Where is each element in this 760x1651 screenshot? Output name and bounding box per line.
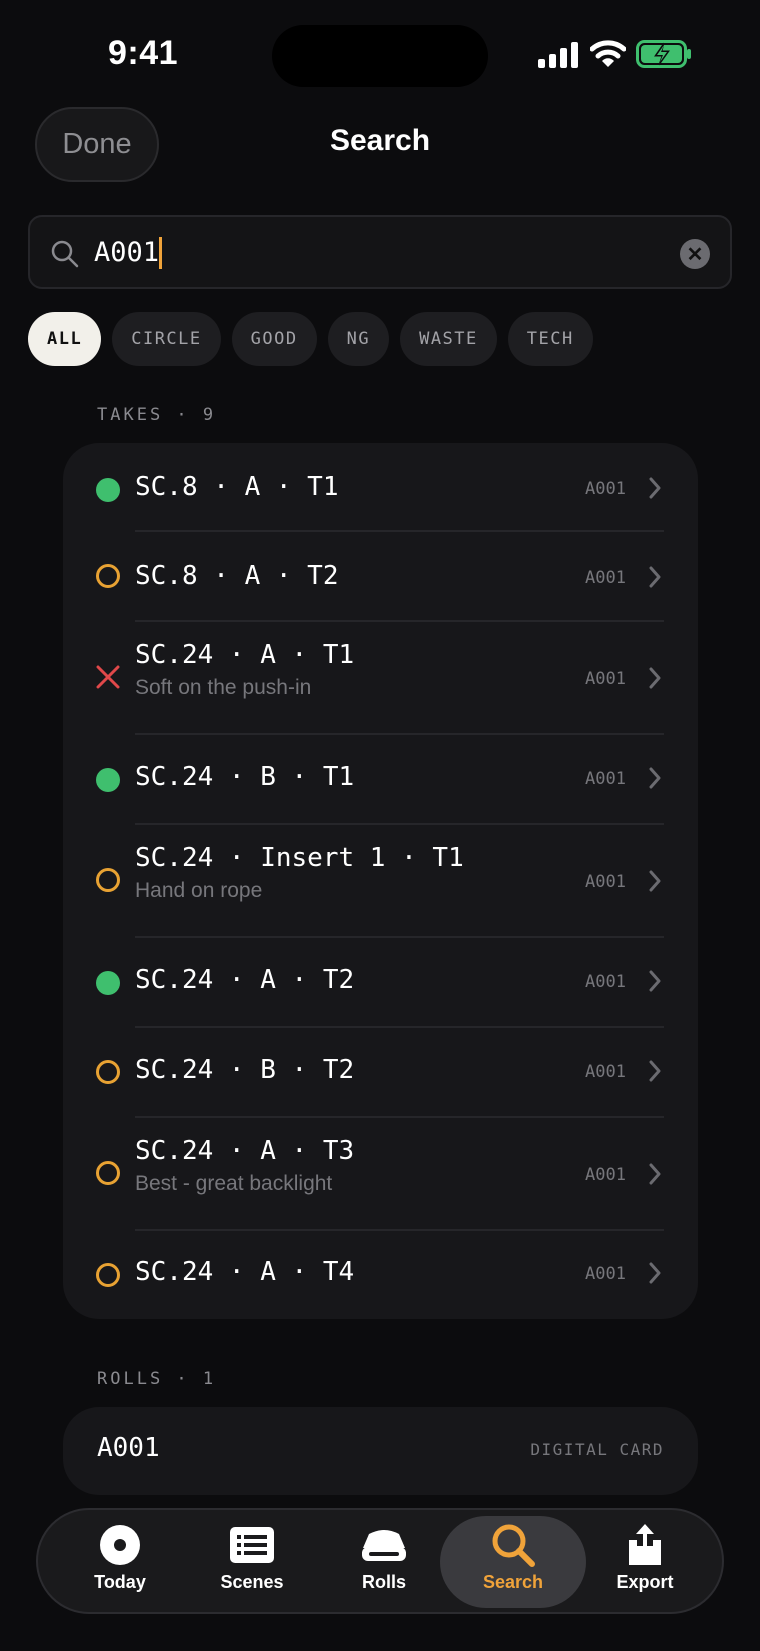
- take-title: SC.24 · A · T4: [135, 1257, 355, 1287]
- search-field[interactable]: A001 ✕: [28, 215, 732, 289]
- wifi-icon: [590, 40, 626, 67]
- tab-today[interactable]: Today: [54, 1516, 186, 1608]
- take-row[interactable]: SC.8 · A · T2 A001: [63, 532, 698, 620]
- roll-row[interactable]: A001 DIGITAL CARD: [63, 1407, 698, 1495]
- chevron-right-icon: [649, 970, 661, 992]
- take-roll: A001: [585, 1264, 626, 1284]
- take-row[interactable]: SC.24 · B · T1 A001: [63, 735, 698, 823]
- take-row[interactable]: SC.24 · B · T2 A001: [63, 1028, 698, 1116]
- take-roll: A001: [585, 1165, 626, 1185]
- rolls-section-header: ROLLS · 1: [97, 1369, 217, 1389]
- filter-chip-waste[interactable]: WASTE: [400, 312, 497, 366]
- take-note: Hand on rope: [135, 879, 263, 902]
- takes-list: SC.8 · A · T1 A001 SC.8 · A · T2 A001 SC…: [63, 443, 698, 1319]
- pending-status-icon: [96, 868, 120, 892]
- tab-label: Scenes: [220, 1572, 284, 1592]
- filter-chip-good[interactable]: GOOD: [231, 312, 317, 366]
- take-roll: A001: [585, 972, 626, 992]
- pending-status-icon: [96, 1060, 120, 1084]
- take-row[interactable]: SC.24 · A · T2 A001: [63, 938, 698, 1026]
- tab-label: Search: [482, 1572, 544, 1592]
- search-icon: [51, 240, 79, 268]
- chevron-right-icon: [649, 667, 661, 689]
- take-row[interactable]: SC.24 · A · T3 Best - great backlight A0…: [63, 1118, 698, 1229]
- page-title: Search: [329, 124, 431, 157]
- tab-label: Rolls: [361, 1572, 406, 1592]
- tab-export[interactable]: Export: [579, 1516, 711, 1608]
- tab-label: Today: [94, 1572, 146, 1592]
- filter-chip-ng[interactable]: NG: [327, 312, 390, 366]
- tab-rolls[interactable]: Rolls: [318, 1516, 450, 1608]
- take-roll: A001: [585, 479, 626, 499]
- pending-status-icon: [96, 1161, 120, 1185]
- roll-type: DIGITAL CARD: [530, 1440, 664, 1459]
- battery-charging-icon: [636, 40, 691, 68]
- chevron-right-icon: [649, 566, 661, 588]
- chevron-right-icon: [649, 1060, 661, 1082]
- good-status-icon: [96, 478, 120, 502]
- filter-chips: ALL CIRCLE GOOD NG WASTE TECH: [28, 312, 593, 366]
- status-bar: 9:41: [0, 0, 760, 110]
- list-icon: [230, 1527, 274, 1563]
- take-title: SC.24 · A · T1: [135, 640, 355, 670]
- take-roll: A001: [585, 872, 626, 892]
- search-icon: [492, 1524, 535, 1567]
- search-input[interactable]: A001: [94, 237, 163, 269]
- record-icon: [100, 1525, 140, 1565]
- status-time: 9:41: [108, 34, 179, 72]
- take-title: SC.8 · A · T1: [135, 472, 339, 502]
- take-roll: A001: [585, 1062, 626, 1082]
- takes-section-header: TAKES · 9: [97, 405, 217, 425]
- film-roll-icon: [362, 1530, 406, 1561]
- good-status-icon: [96, 971, 120, 995]
- share-icon: [629, 1524, 661, 1565]
- chevron-right-icon: [649, 870, 661, 892]
- tab-scenes[interactable]: Scenes: [186, 1516, 318, 1608]
- text-caret: [159, 237, 163, 269]
- take-title: SC.24 · A · T3: [135, 1136, 355, 1166]
- ng-x-icon: [96, 665, 120, 689]
- cellular-signal-icon: [538, 42, 578, 68]
- tab-search[interactable]: Search: [440, 1516, 586, 1608]
- pending-status-icon: [96, 564, 120, 588]
- good-status-icon: [96, 768, 120, 792]
- take-title: SC.24 · B · T1: [135, 762, 355, 792]
- take-roll: A001: [585, 669, 626, 689]
- take-title: SC.24 · A · T2: [135, 965, 355, 995]
- search-input-value: A001: [94, 237, 160, 268]
- take-row[interactable]: SC.24 · Insert 1 · T1 Hand on rope A001: [63, 825, 698, 936]
- chevron-right-icon: [649, 1262, 661, 1284]
- chevron-right-icon: [649, 767, 661, 789]
- filter-chip-circle[interactable]: CIRCLE: [112, 312, 221, 366]
- chevron-right-icon: [649, 477, 661, 499]
- pending-status-icon: [96, 1263, 120, 1287]
- take-roll: A001: [585, 769, 626, 789]
- take-title: SC.8 · A · T2: [135, 561, 339, 591]
- tab-label: Export: [616, 1572, 674, 1592]
- filter-chip-tech[interactable]: TECH: [507, 312, 593, 366]
- take-row[interactable]: SC.24 · A · T1 Soft on the push-in A001: [63, 622, 698, 733]
- take-roll: A001: [585, 568, 626, 588]
- take-row[interactable]: SC.8 · A · T1 A001: [63, 443, 698, 531]
- take-title: SC.24 · Insert 1 · T1: [135, 843, 464, 873]
- roll-name: A001: [97, 1433, 160, 1463]
- clear-search-icon[interactable]: ✕: [680, 239, 710, 269]
- filter-chip-all[interactable]: ALL: [28, 312, 102, 366]
- dynamic-island: [272, 25, 488, 87]
- chevron-right-icon: [649, 1163, 661, 1185]
- take-note: Best - great backlight: [135, 1172, 333, 1195]
- take-title: SC.24 · B · T2: [135, 1055, 355, 1085]
- tab-bar: Today Scenes Rolls Search Export: [36, 1508, 724, 1614]
- take-note: Soft on the push-in: [135, 676, 312, 699]
- take-row[interactable]: SC.24 · A · T4 A001: [63, 1231, 698, 1319]
